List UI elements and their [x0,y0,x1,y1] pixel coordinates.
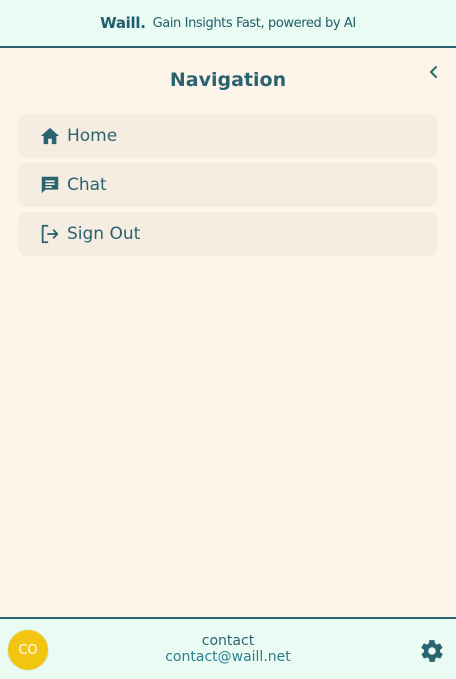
user-name: contact [201,633,255,649]
nav-item-label: Chat [67,175,107,195]
nav-item-label: Home [67,126,118,146]
home-icon [39,125,61,147]
nav-item-home[interactable]: Home [18,114,437,158]
top-header: Waill. Gain Insights Fast, powered by AI [0,0,456,48]
user-email: contact@waill.net [165,649,291,665]
sign-out-icon [39,223,61,245]
settings-button[interactable] [418,637,446,665]
nav-item-chat[interactable]: Chat [18,163,437,207]
user-footer: CO contact contact@waill.net [0,617,456,679]
gear-icon [421,640,443,662]
navigation-menu: Home Chat Sign Out [18,114,437,261]
nav-item-label: Sign Out [67,224,141,244]
brand-logo[interactable]: Waill. [100,14,146,32]
brand-tagline: Gain Insights Fast, powered by AI [152,15,357,31]
user-info: contact contact@waill.net [0,633,456,665]
chat-icon [39,174,61,196]
app-root: Waill. Gain Insights Fast, powered by AI… [0,0,456,679]
navigation-title: Navigation [169,69,287,91]
nav-item-sign-out[interactable]: Sign Out [18,212,437,256]
